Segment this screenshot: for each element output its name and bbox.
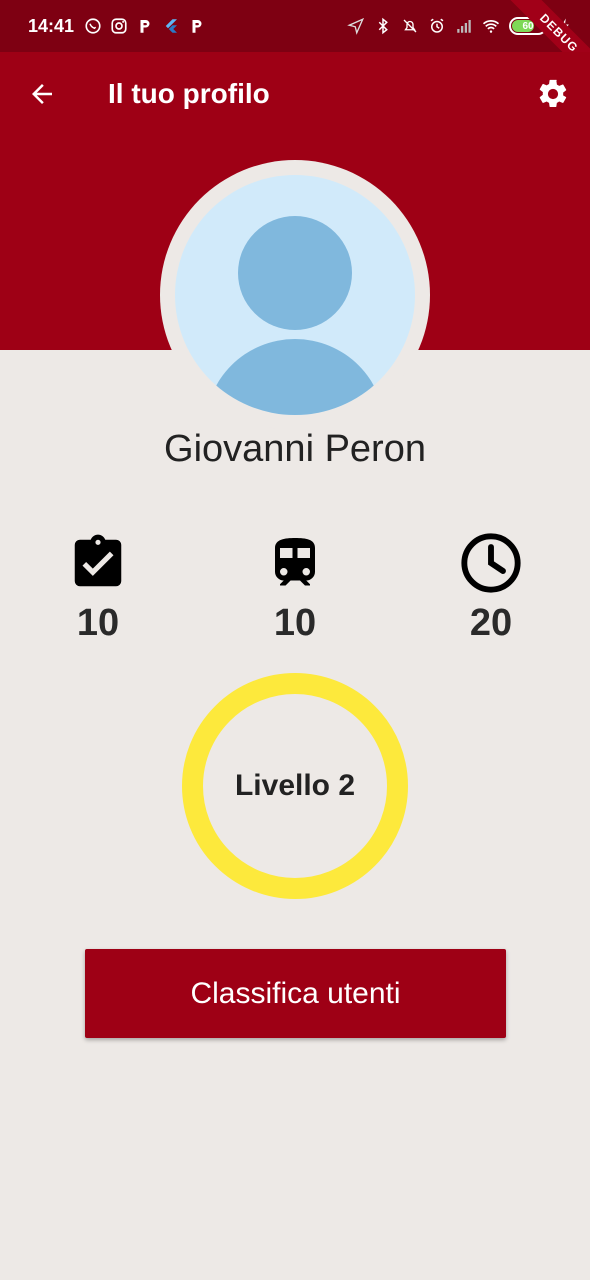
app-bar-row: Il tuo profilo bbox=[0, 52, 590, 136]
arrow-back-icon bbox=[32, 84, 52, 104]
stat-trains-value: 10 bbox=[273, 602, 317, 644]
signal-icon bbox=[457, 20, 471, 33]
wifi-icon bbox=[482, 20, 500, 33]
level-label: Livello 2 bbox=[234, 769, 356, 802]
stat-time-value: 20 bbox=[469, 602, 513, 644]
avatar-head bbox=[238, 216, 352, 330]
gear-icon bbox=[539, 79, 567, 108]
mute-icon bbox=[403, 19, 417, 33]
p-app-icon bbox=[140, 20, 150, 33]
whatsapp-icon bbox=[85, 18, 101, 34]
clipboard-check-icon bbox=[74, 534, 122, 587]
instagram-icon bbox=[111, 18, 127, 34]
page-title: Il tuo profilo bbox=[108, 78, 270, 109]
stat-time: 20 bbox=[431, 530, 551, 645]
stat-tasks: 10 bbox=[38, 530, 158, 645]
avatar-body bbox=[205, 339, 385, 415]
back-button[interactable] bbox=[24, 76, 60, 112]
flutter-icon bbox=[165, 19, 178, 33]
avatar bbox=[175, 175, 415, 415]
p-app-icon bbox=[192, 20, 202, 33]
alarm-icon bbox=[430, 18, 444, 33]
bluetooth-icon bbox=[378, 17, 388, 35]
level-ring: Livello 2 bbox=[182, 673, 408, 899]
clock-icon bbox=[461, 533, 521, 593]
location-icon bbox=[347, 17, 365, 35]
ranking-button[interactable]: Classifica utenti bbox=[85, 949, 506, 1038]
stat-trains: 10 bbox=[235, 530, 355, 645]
settings-button[interactable] bbox=[534, 75, 572, 113]
notification-icons bbox=[84, 17, 206, 35]
train-icon bbox=[275, 538, 315, 586]
user-name: Giovanni Peron bbox=[164, 428, 426, 470]
stat-tasks-value: 10 bbox=[76, 602, 120, 644]
status-time: 14:41 bbox=[28, 15, 75, 36]
